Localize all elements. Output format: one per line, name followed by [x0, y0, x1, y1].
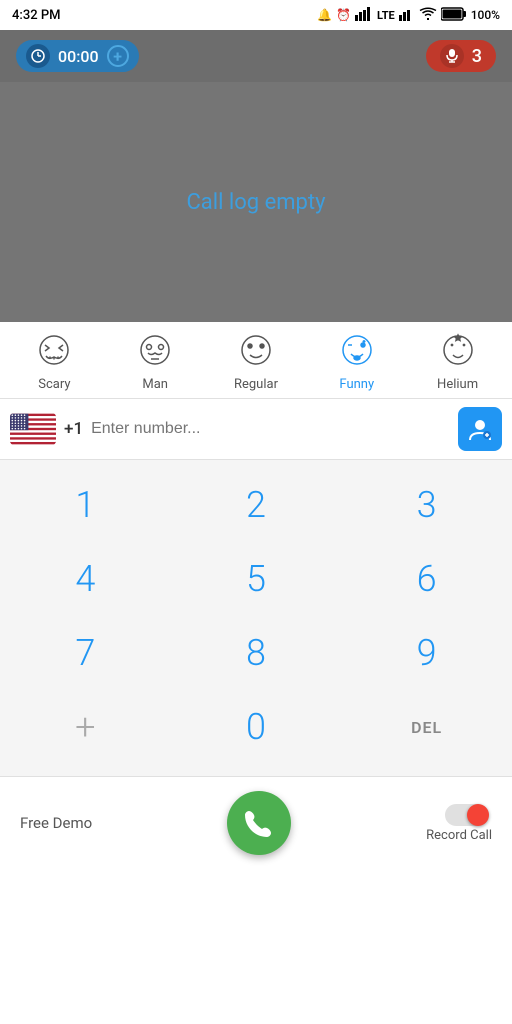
dial-1[interactable]: 1	[35, 470, 135, 540]
dial-8[interactable]: 8	[206, 618, 306, 688]
contact-button[interactable]	[458, 407, 502, 451]
scary-icon	[36, 332, 72, 373]
status-icons: 🔔 ⏰ LTE	[317, 7, 500, 24]
regular-label: Regular	[234, 377, 278, 392]
voice-filter-scary[interactable]: Scary	[14, 332, 94, 392]
phone-number-input[interactable]	[91, 420, 450, 438]
dial-6[interactable]: 6	[377, 544, 477, 614]
dial-7[interactable]: 7	[35, 618, 135, 688]
timer-pill[interactable]: 00:00 +	[16, 40, 139, 72]
voice-filter-helium[interactable]: Helium	[418, 332, 498, 392]
country-code: +1	[64, 419, 83, 439]
timer-value: 00:00	[58, 47, 99, 66]
dial-del[interactable]: DEL	[377, 692, 477, 762]
voice-filter-regular[interactable]: Regular	[216, 332, 296, 392]
regular-icon	[238, 332, 274, 373]
call-header: 00:00 + 3	[0, 30, 512, 82]
phone-input-row: +1	[0, 399, 512, 460]
voice-filter-man[interactable]: Man	[115, 332, 195, 392]
free-demo-label: Free Demo	[20, 814, 92, 832]
call-fab-icon	[243, 807, 275, 839]
clock-icon: ⏰	[336, 8, 351, 22]
dial-0[interactable]: 0	[206, 692, 306, 762]
dial-row-1: 1 2 3	[0, 470, 512, 540]
record-call-container[interactable]: Record Call	[426, 804, 492, 843]
dial-row-2: 4 5 6	[0, 544, 512, 614]
dial-5[interactable]: 5	[206, 544, 306, 614]
dial-3[interactable]: 3	[377, 470, 477, 540]
timer-icon	[26, 44, 50, 68]
battery-percent: 100%	[471, 8, 500, 22]
dial-pad: 1 2 3 4 5 6 7 8 9 + 0 DEL	[0, 460, 512, 776]
dial-2[interactable]: 2	[206, 470, 306, 540]
dial-4[interactable]: 4	[35, 544, 135, 614]
country-flag[interactable]	[10, 413, 56, 445]
alarm-icon: 🔔	[317, 8, 332, 22]
helium-label: Helium	[437, 377, 478, 392]
dial-row-4: + 0 DEL	[0, 692, 512, 762]
add-time-button[interactable]: +	[107, 45, 129, 67]
mic-icon	[440, 44, 464, 68]
toggle-thumb	[467, 804, 489, 826]
toggle-track	[445, 804, 487, 826]
voice-filter-funny[interactable]: Funny	[317, 332, 397, 392]
helium-icon	[440, 332, 476, 373]
signal-icon	[355, 7, 373, 24]
lte-icon: LTE	[377, 9, 395, 22]
scary-label: Scary	[38, 377, 70, 392]
record-call-label: Record Call	[426, 828, 492, 843]
call-button[interactable]	[227, 791, 291, 855]
contact-icon	[467, 416, 493, 442]
funny-label: Funny	[339, 377, 374, 392]
status-time: 4:32 PM	[12, 8, 61, 23]
bottom-bar: Free Demo Record Call	[0, 776, 512, 869]
call-log-empty-message: Call log empty	[186, 190, 325, 215]
mic-count: 3	[472, 46, 482, 67]
signal2-icon	[399, 7, 415, 24]
man-icon	[137, 332, 173, 373]
dial-row-3: 7 8 9	[0, 618, 512, 688]
funny-icon	[339, 332, 375, 373]
mic-pill[interactable]: 3	[426, 40, 496, 72]
dial-plus[interactable]: +	[35, 692, 135, 762]
record-toggle[interactable]	[431, 804, 487, 826]
battery-icon	[441, 7, 467, 24]
wifi-icon	[419, 7, 437, 24]
status-bar: 4:32 PM 🔔 ⏰ LTE	[0, 0, 512, 30]
voice-filter-bar: Scary Man	[0, 322, 512, 399]
man-label: Man	[142, 377, 168, 392]
call-log-area: Call log empty	[0, 82, 512, 322]
dial-9[interactable]: 9	[377, 618, 477, 688]
